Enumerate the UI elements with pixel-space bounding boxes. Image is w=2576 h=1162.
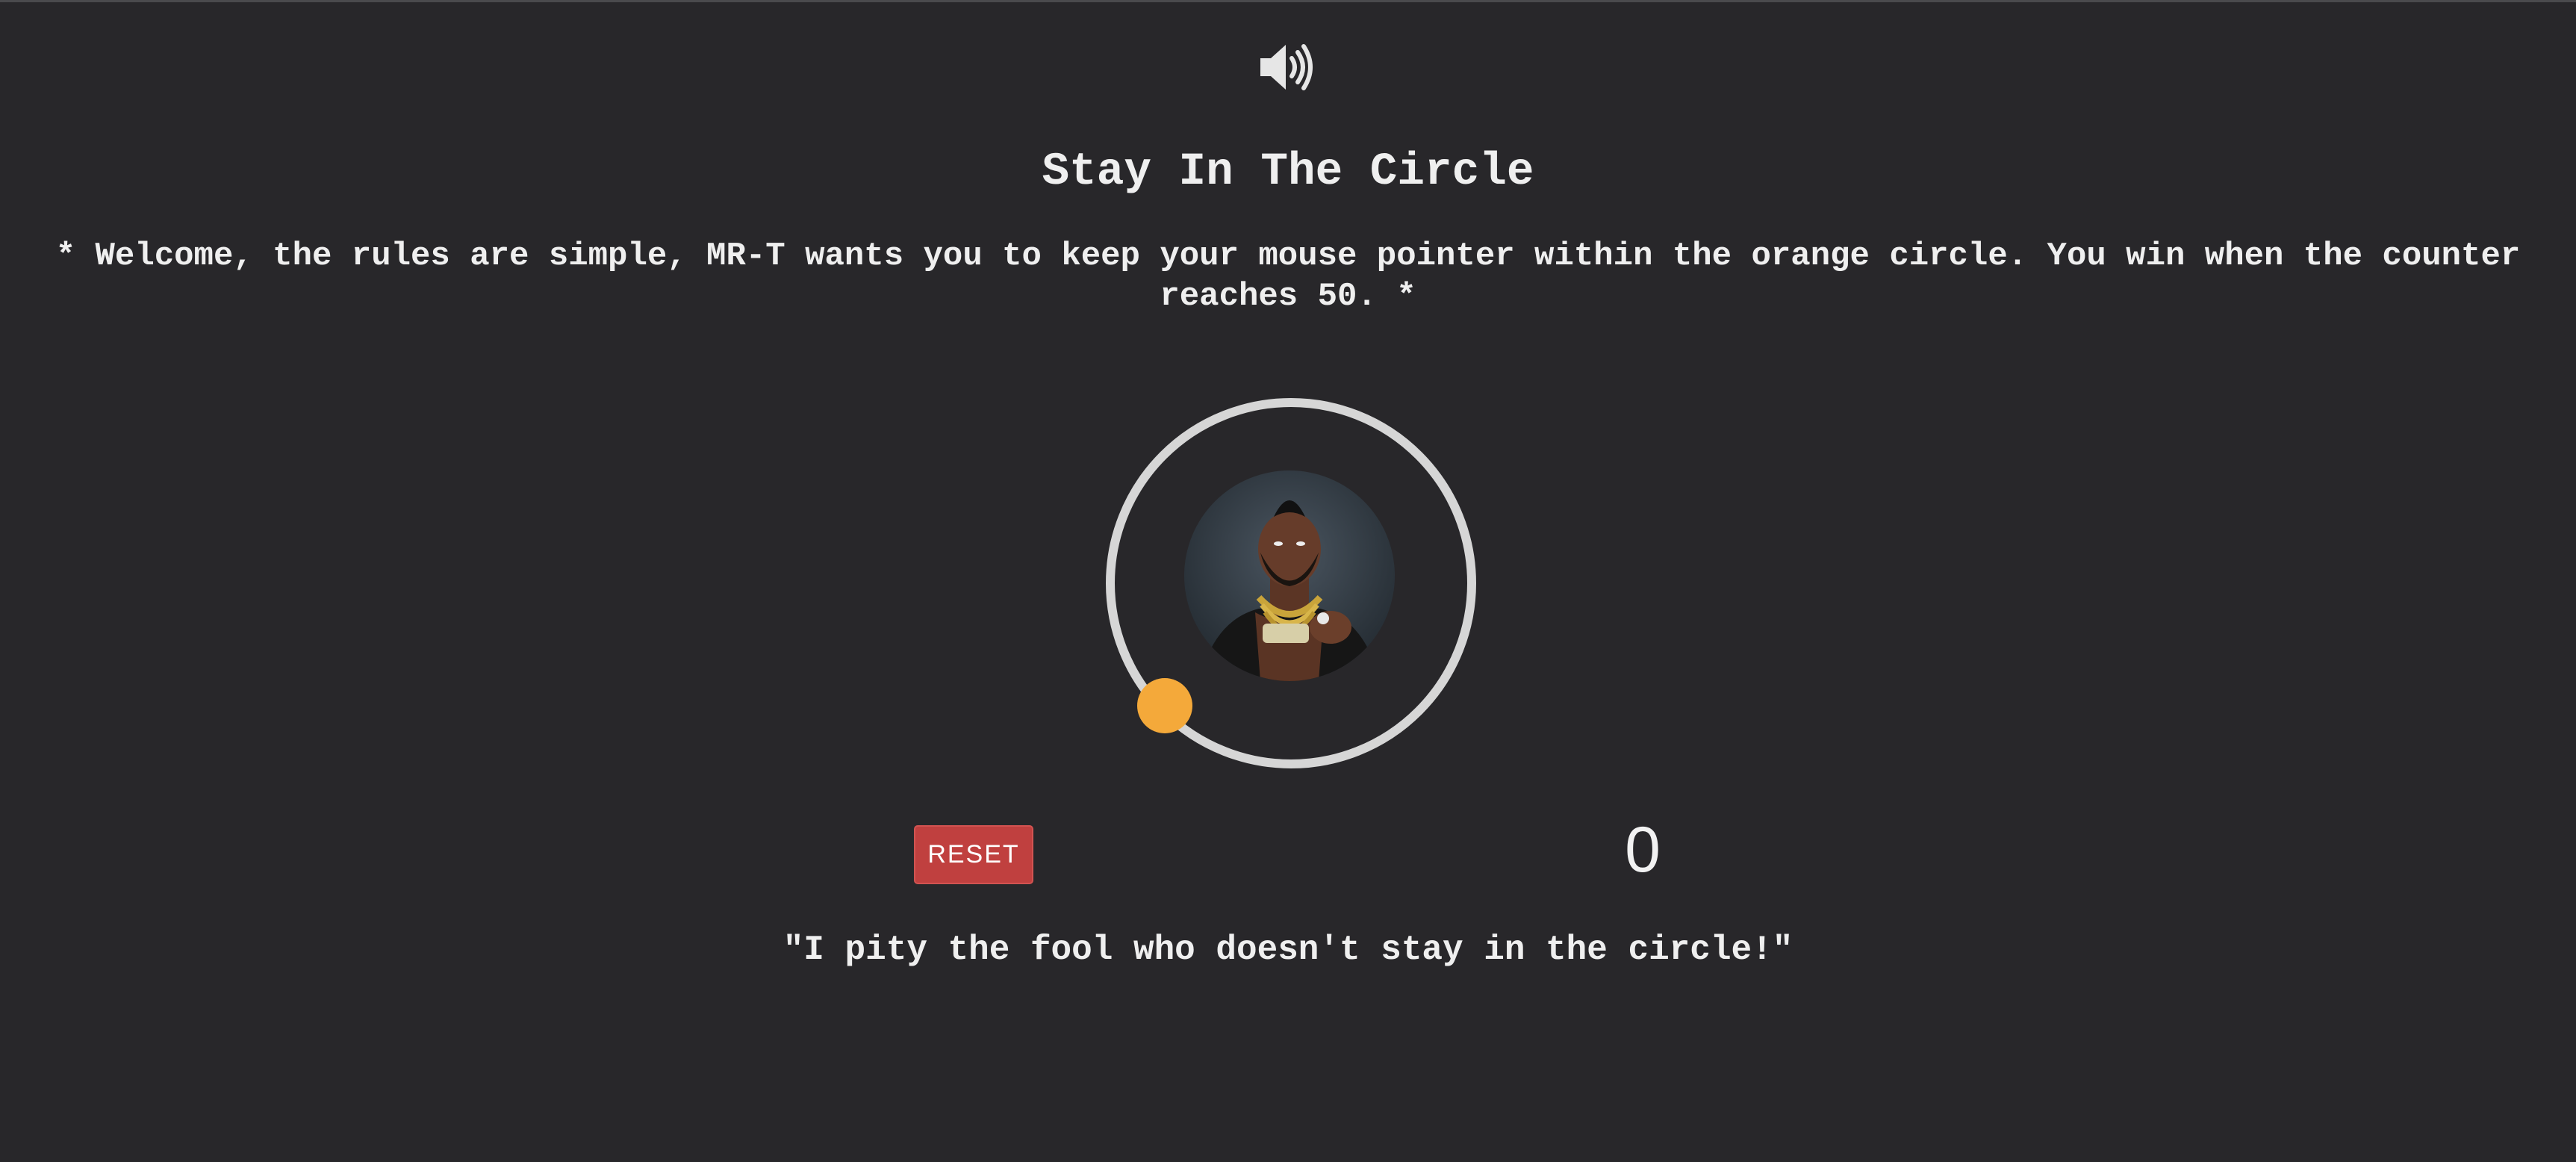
mr-t-avatar: [1184, 470, 1395, 681]
window-top-border: [0, 0, 2576, 2]
score-counter: 0: [1625, 814, 1661, 886]
circle-play-area[interactable]: [1098, 390, 1478, 771]
mr-t-quote: "I pity the fool who doesn't stay in the…: [783, 930, 1793, 969]
page-title: Stay In The Circle: [1042, 146, 1534, 198]
speaker-volume-icon: [1260, 44, 1313, 90]
orange-target-circle[interactable]: [1137, 678, 1192, 733]
reset-button[interactable]: RESET: [914, 825, 1033, 884]
rules-text: * Welcome, the rules are simple, MR-T wa…: [55, 237, 2521, 315]
sound-toggle-button[interactable]: [1257, 42, 1317, 93]
